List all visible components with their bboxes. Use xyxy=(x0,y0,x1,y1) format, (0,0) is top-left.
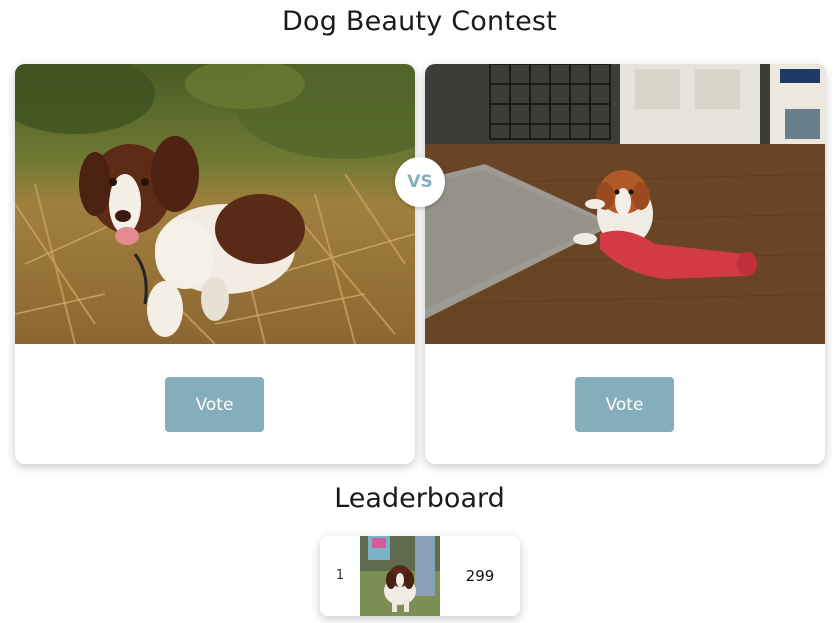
leaderboard-rank: 1 xyxy=(335,568,345,583)
springer-spaniel-photo-icon xyxy=(15,64,415,344)
contestant-card-left: Vote xyxy=(15,64,415,464)
leaderboard-title: Leaderboard xyxy=(334,483,505,514)
contestant-card-right: Vote xyxy=(425,64,825,464)
vs-badge: VS xyxy=(395,157,445,207)
vote-button-right[interactable]: Vote xyxy=(575,377,674,432)
leaderboard-thumbnail xyxy=(360,536,440,616)
leaderboard-votes: 299 xyxy=(465,567,495,585)
spaniel-thumbnail-icon xyxy=(360,536,440,616)
leaderboard-row: 1 299 xyxy=(320,536,520,616)
puppy-with-toy-photo-icon xyxy=(425,64,825,344)
contestant-photo-left[interactable] xyxy=(15,64,415,344)
vote-button-left[interactable]: Vote xyxy=(165,377,264,432)
page: Dog Beauty Contest Vote VS Vote Leaderbo… xyxy=(0,0,839,623)
page-title: Dog Beauty Contest xyxy=(282,6,557,37)
contestant-photo-right[interactable] xyxy=(425,64,825,344)
